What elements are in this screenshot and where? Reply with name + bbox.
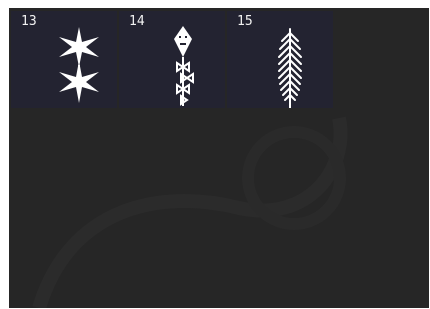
stitch-selection-screen: 13 14 15 (9, 8, 429, 308)
feather-stitch-icon (278, 28, 302, 108)
stitch-tile-14[interactable]: 14 (119, 11, 225, 108)
kite-bow-stitch-icon (174, 26, 194, 106)
stitch-grid: 13 14 15 (11, 11, 333, 108)
star-stitch-icon (59, 27, 99, 103)
stitch-tile-13[interactable]: 13 (11, 11, 117, 108)
stitch-tile-15[interactable]: 15 (227, 11, 333, 108)
